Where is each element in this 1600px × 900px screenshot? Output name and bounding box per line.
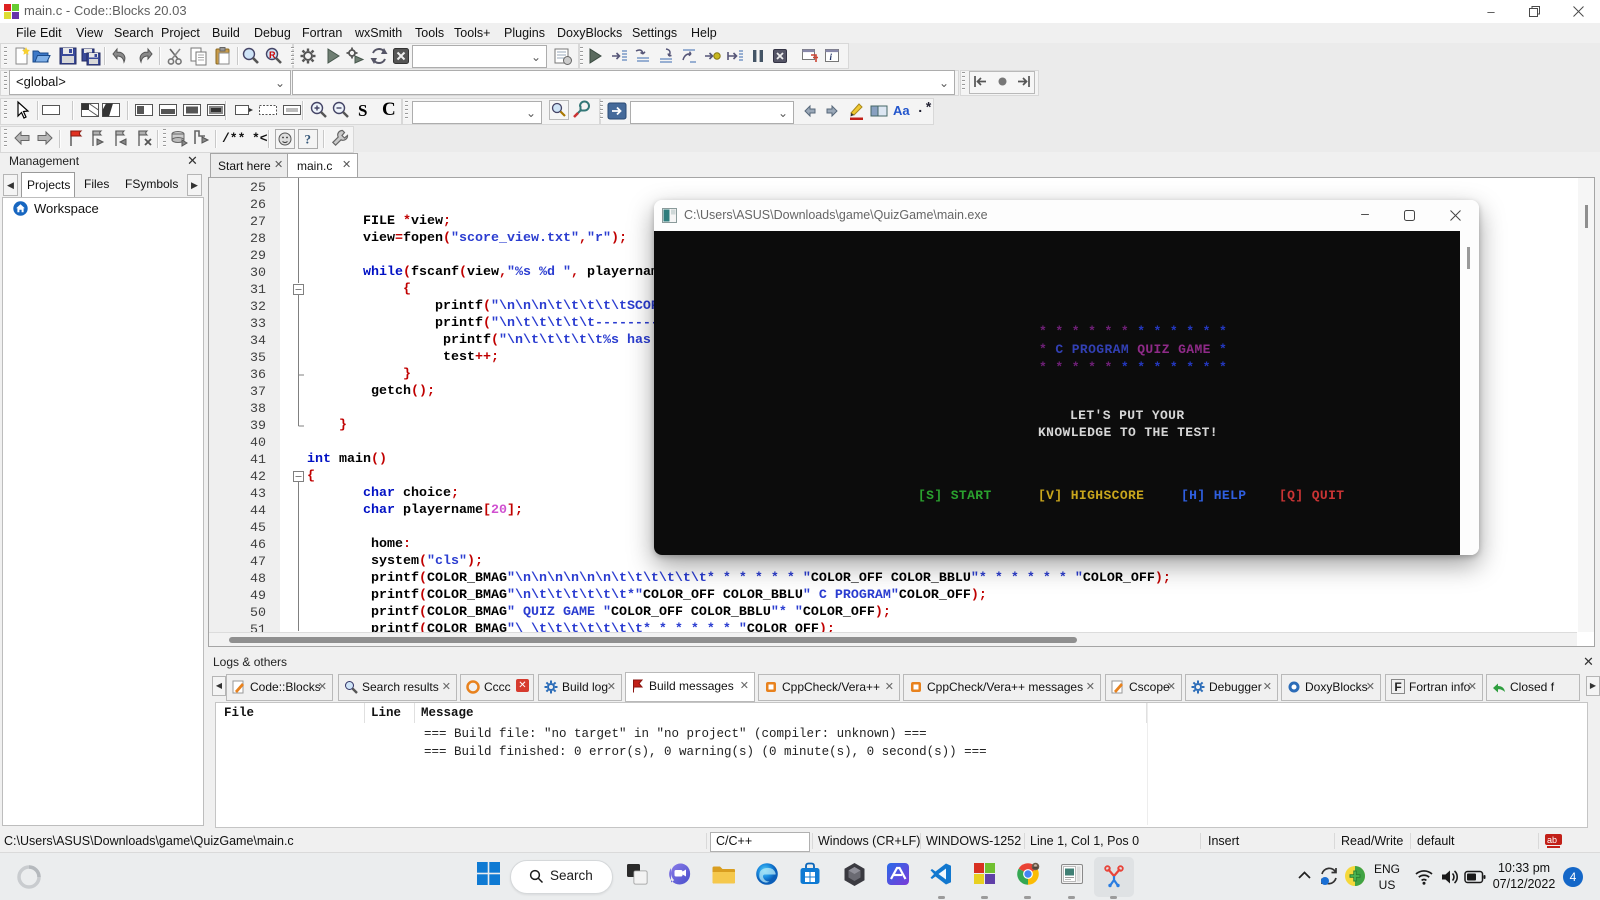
svg-text:ab: ab [1547,835,1557,845]
svg-text:R: R [269,50,276,60]
svg-text:?: ? [305,132,312,147]
